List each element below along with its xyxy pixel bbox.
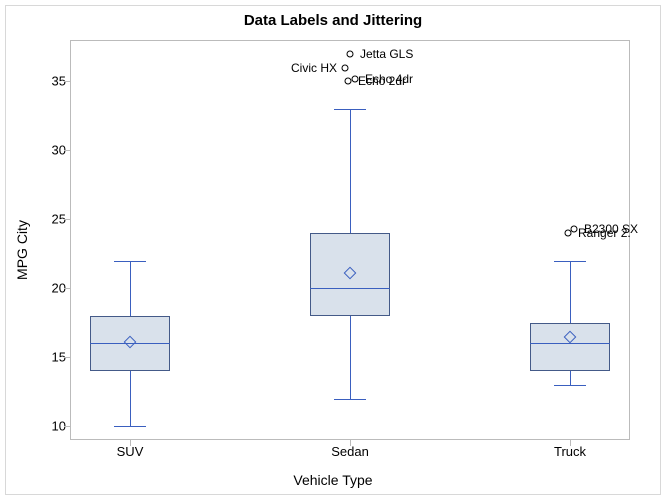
- whisker: [130, 261, 131, 316]
- y-tick-label: 25: [36, 212, 66, 227]
- whisker-cap: [114, 261, 146, 262]
- y-tick-label: 20: [36, 281, 66, 296]
- whisker-cap: [334, 399, 366, 400]
- x-tick-mark: [130, 440, 131, 446]
- y-tick-label: 35: [36, 74, 66, 89]
- whisker: [130, 371, 131, 426]
- x-tick-label: SUV: [117, 444, 144, 459]
- outlier-label: Echo 2dr: [358, 74, 406, 88]
- y-tick-mark: [64, 357, 70, 358]
- x-tick-label: Sedan: [331, 444, 369, 459]
- whisker: [570, 371, 571, 385]
- x-axis-label: Vehicle Type: [0, 472, 666, 488]
- outlier-label: Ranger 2.: [578, 226, 631, 240]
- y-tick-mark: [64, 288, 70, 289]
- outlier-label: Civic HX: [291, 61, 337, 75]
- y-axis-label: MPG City: [12, 0, 32, 500]
- whisker: [570, 261, 571, 323]
- whisker: [350, 109, 351, 233]
- whisker-cap: [114, 426, 146, 427]
- outlier-marker: [347, 50, 354, 57]
- whisker-cap: [554, 385, 586, 386]
- outlier-label: Jetta GLS: [360, 47, 413, 61]
- y-tick-mark: [64, 81, 70, 82]
- median-line: [530, 343, 610, 344]
- chart-title: Data Labels and Jittering: [0, 12, 666, 29]
- outlier-marker: [342, 64, 349, 71]
- median-line: [310, 288, 390, 289]
- y-tick-mark: [64, 426, 70, 427]
- y-tick-label: 10: [36, 419, 66, 434]
- y-tick-label: 15: [36, 350, 66, 365]
- y-tick-label: 30: [36, 143, 66, 158]
- x-tick-mark: [350, 440, 351, 446]
- x-tick-label: Truck: [554, 444, 586, 459]
- outlier-marker: [565, 230, 572, 237]
- outlier-marker: [571, 225, 578, 232]
- whisker-cap: [334, 109, 366, 110]
- y-tick-mark: [64, 219, 70, 220]
- outlier-marker: [345, 78, 352, 85]
- whisker-cap: [554, 261, 586, 262]
- y-tick-mark: [64, 150, 70, 151]
- whisker: [350, 316, 351, 399]
- x-tick-mark: [570, 440, 571, 446]
